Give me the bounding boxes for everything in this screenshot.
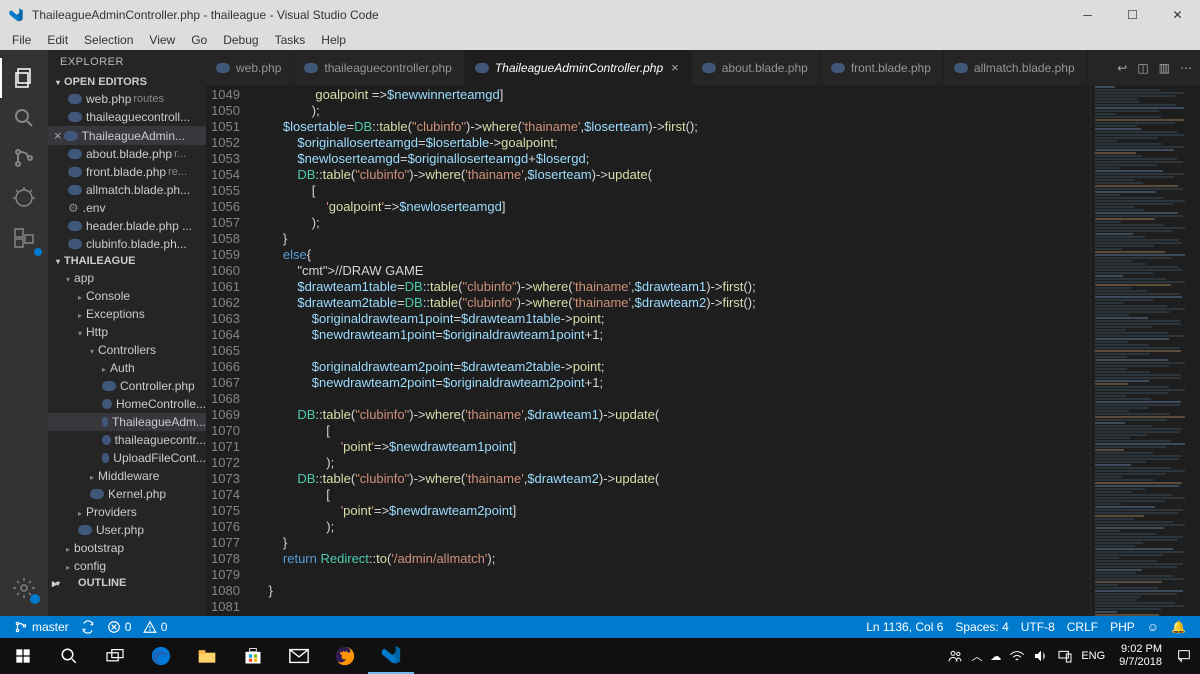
open-editor-item[interactable]: front.blade.php re... xyxy=(48,163,206,181)
editor-tab[interactable]: about.blade.php xyxy=(692,50,821,85)
status-feedback-icon[interactable]: ☺ xyxy=(1141,620,1165,634)
tree-folder[interactable]: config xyxy=(48,557,206,575)
editor-tab[interactable]: allmatch.blade.php xyxy=(944,50,1088,85)
tree-file[interactable]: thaileaguecontr... xyxy=(48,431,206,449)
editor-tab[interactable]: thaileaguecontroller.php xyxy=(294,50,464,85)
activity-debug[interactable] xyxy=(0,178,48,218)
window-minimize[interactable]: ─ xyxy=(1065,0,1110,30)
tree-file[interactable]: ThaileagueAdm... xyxy=(48,413,206,431)
status-language[interactable]: PHP xyxy=(1104,620,1141,634)
taskbar-mail-icon[interactable] xyxy=(276,638,322,674)
tab-layout-icon[interactable]: ▥ xyxy=(1159,61,1170,75)
tree-folder[interactable]: bootstrap xyxy=(48,539,206,557)
activity-scm[interactable] xyxy=(0,138,48,178)
tree-file[interactable]: HomeControlle... xyxy=(48,395,206,413)
open-editor-item[interactable]: ThaileagueAdmin... xyxy=(48,126,206,145)
section-outline[interactable]: ▸OUTLINE xyxy=(48,575,206,591)
tray-people-icon[interactable] xyxy=(947,648,963,664)
open-editor-item[interactable]: allmatch.blade.ph... xyxy=(48,181,206,199)
taskbar-firefox-icon[interactable] xyxy=(322,638,368,674)
editor-tab[interactable]: web.php xyxy=(206,50,294,85)
tree-folder[interactable]: Auth xyxy=(48,359,206,377)
editor-area: web.phpthaileaguecontroller.phpThaileagu… xyxy=(206,50,1200,616)
section-project[interactable]: THAILEAGUE xyxy=(48,253,206,269)
tray-devices-icon[interactable] xyxy=(1057,649,1073,663)
start-button[interactable] xyxy=(0,638,46,674)
activity-bar xyxy=(0,50,48,616)
editor-tabs: web.phpthaileaguecontroller.phpThaileagu… xyxy=(206,50,1200,85)
taskbar-vscode-icon[interactable] xyxy=(368,638,414,674)
tray-volume-icon[interactable] xyxy=(1033,649,1049,663)
open-editor-item[interactable]: thaileaguecontroll... xyxy=(48,108,206,126)
taskbar-search-icon[interactable] xyxy=(46,638,92,674)
tree-file[interactable]: Kernel.php xyxy=(48,485,206,503)
activity-explorer[interactable] xyxy=(0,58,48,98)
minimap[interactable] xyxy=(1090,85,1200,616)
taskbar-edge-icon[interactable] xyxy=(138,638,184,674)
window-close[interactable]: ✕ xyxy=(1155,0,1200,30)
code-editor[interactable]: 1049105010511052105310541055105610571058… xyxy=(206,85,1200,616)
activity-search[interactable] xyxy=(0,98,48,138)
tray-language[interactable]: ENG xyxy=(1081,650,1105,662)
tree-file[interactable]: User.php xyxy=(48,521,206,539)
open-editor-item[interactable]: clubinfo.blade.ph... xyxy=(48,235,206,253)
open-editor-item[interactable]: header.blade.php ... xyxy=(48,217,206,235)
windows-taskbar: ︿ ☁ ENG 9:02 PM 9/7/2018 xyxy=(0,638,1200,674)
section-open-editors[interactable]: OPEN EDITORS xyxy=(48,74,206,90)
open-editor-item[interactable]: about.blade.php r... xyxy=(48,145,206,163)
tray-wifi-icon[interactable] xyxy=(1009,649,1025,663)
status-position[interactable]: Ln 1136, Col 6 xyxy=(860,620,949,634)
tray-onedrive-icon[interactable]: ☁ xyxy=(990,650,1001,663)
taskbar-taskview-icon[interactable] xyxy=(92,638,138,674)
vscode-icon xyxy=(8,7,24,23)
tab-split-icon[interactable]: ◫ xyxy=(1137,61,1148,75)
menu-file[interactable]: File xyxy=(4,33,39,47)
menu-selection[interactable]: Selection xyxy=(76,33,141,47)
menu-go[interactable]: Go xyxy=(183,33,215,47)
window-title: ThaileagueAdminController.php - thaileag… xyxy=(32,8,379,22)
tree-folder[interactable]: Controllers xyxy=(48,341,206,359)
sidebar-title: EXPLORER xyxy=(48,50,206,74)
status-sync[interactable] xyxy=(75,620,101,634)
open-editor-item[interactable]: web.php routes xyxy=(48,90,206,108)
activity-extensions[interactable] xyxy=(0,218,48,258)
status-eol[interactable]: CRLF xyxy=(1061,620,1104,634)
status-spaces[interactable]: Spaces: 4 xyxy=(949,620,1014,634)
sidebar-explorer: EXPLORER OPEN EDITORS web.php routesthai… xyxy=(48,50,206,616)
menu-view[interactable]: View xyxy=(141,33,183,47)
status-errors[interactable]: 0 0 xyxy=(101,620,174,634)
tab-history-icon[interactable]: ↩ xyxy=(1117,61,1127,75)
window-titlebar: ThaileagueAdminController.php - thaileag… xyxy=(0,0,1200,30)
tree-folder[interactable]: Http xyxy=(48,323,206,341)
status-bar: master 0 0 Ln 1136, Col 6 Spaces: 4 UTF-… xyxy=(0,616,1200,638)
tray-chevron-up-icon[interactable]: ︿ xyxy=(971,648,982,664)
line-gutter: 1049105010511052105310541055105610571058… xyxy=(206,85,254,616)
status-encoding[interactable]: UTF-8 xyxy=(1015,620,1061,634)
menu-bar: File Edit Selection View Go Debug Tasks … xyxy=(0,30,1200,50)
tree-folder[interactable]: Providers xyxy=(48,503,206,521)
open-editor-item[interactable]: ⚙.env xyxy=(48,199,206,217)
menu-debug[interactable]: Debug xyxy=(215,33,266,47)
tree-folder[interactable]: Console xyxy=(48,287,206,305)
code-content[interactable]: goalpoint =>$newwinnerteamgd] ); $losert… xyxy=(254,85,1090,616)
taskbar-explorer-icon[interactable] xyxy=(184,638,230,674)
menu-edit[interactable]: Edit xyxy=(39,33,76,47)
taskbar-store-icon[interactable] xyxy=(230,638,276,674)
tree-folder[interactable]: Exceptions xyxy=(48,305,206,323)
tree-file[interactable]: UploadFileCont... xyxy=(48,449,206,467)
window-maximize[interactable]: ☐ xyxy=(1110,0,1155,30)
tree-file[interactable]: Controller.php xyxy=(48,377,206,395)
status-bell-icon[interactable]: 🔔 xyxy=(1165,620,1192,634)
tab-more-icon[interactable]: ⋯ xyxy=(1180,61,1192,75)
menu-tasks[interactable]: Tasks xyxy=(267,33,314,47)
tree-folder[interactable]: app xyxy=(48,269,206,287)
tray-notifications-icon[interactable] xyxy=(1170,648,1192,664)
editor-tab[interactable]: front.blade.php xyxy=(821,50,944,85)
tree-folder[interactable]: Middleware xyxy=(48,467,206,485)
activity-settings[interactable] xyxy=(0,568,48,608)
tray-clock[interactable]: 9:02 PM 9/7/2018 xyxy=(1113,643,1162,669)
status-branch[interactable]: master xyxy=(8,620,75,634)
editor-tab[interactable]: ThaileagueAdminController.php× xyxy=(465,50,692,85)
menu-help[interactable]: Help xyxy=(313,33,354,47)
